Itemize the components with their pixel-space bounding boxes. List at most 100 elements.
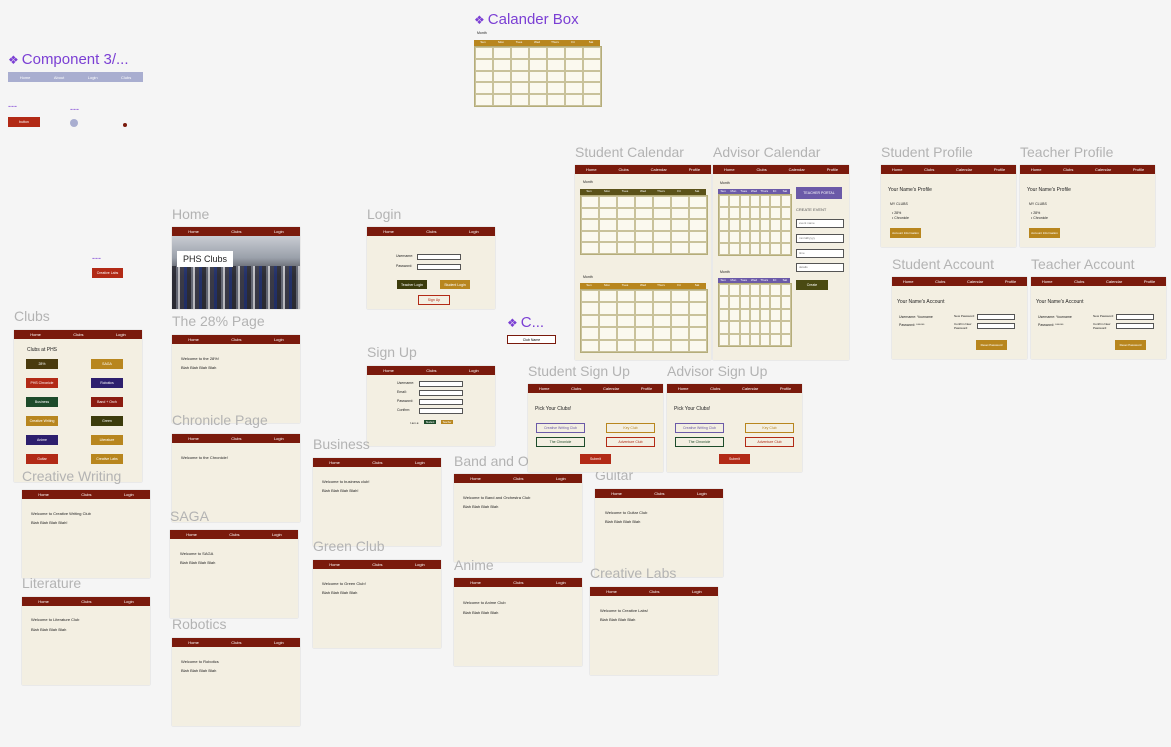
club-button[interactable]: 28% [26, 359, 58, 369]
email-input[interactable] [419, 390, 463, 396]
calendar-cell[interactable] [719, 296, 730, 309]
calendar-cell[interactable] [760, 321, 771, 334]
nav-home[interactable]: Home [186, 532, 197, 537]
calendar-cell[interactable] [547, 47, 565, 59]
calendar-cell[interactable] [719, 207, 730, 219]
calendar-cell[interactable] [760, 296, 771, 309]
nav-profile[interactable]: Profile [689, 167, 700, 172]
nav-login[interactable]: Login [274, 229, 284, 234]
calendar-cell[interactable] [689, 302, 707, 315]
calendar-cell[interactable] [760, 333, 771, 346]
nav-home[interactable]: Home [539, 386, 550, 391]
calendar-cell[interactable] [493, 70, 511, 83]
submit-button[interactable]: Submit [580, 454, 611, 464]
event-details-input[interactable]: details [796, 263, 844, 272]
calendar-cell[interactable] [529, 70, 547, 83]
calendar-cell[interactable] [780, 219, 791, 231]
calendar-cell[interactable] [599, 230, 617, 243]
calendar-cell[interactable] [635, 290, 653, 303]
calendar-cell[interactable] [770, 243, 781, 255]
calendar-cell[interactable] [770, 308, 781, 322]
nav-login[interactable]: Login [274, 337, 284, 342]
calendar-cell[interactable] [529, 82, 547, 95]
teacher-role-button[interactable]: Teacher [441, 420, 453, 424]
nav-clubs[interactable]: Clubs [571, 386, 581, 391]
calendar-cell[interactable] [739, 308, 750, 322]
calendar-cell[interactable] [581, 230, 599, 243]
calendar-cell[interactable] [511, 58, 529, 71]
password-input[interactable] [417, 264, 461, 270]
nav-clubs[interactable]: Clubs [426, 229, 436, 234]
nav-home[interactable]: Home [1042, 279, 1053, 284]
calendar-cell[interactable] [493, 82, 511, 95]
calendar-cell[interactable] [780, 207, 791, 219]
calendar-cell[interactable] [719, 231, 730, 243]
calendar-cell[interactable] [671, 219, 689, 231]
calendar-cell[interactable] [635, 230, 653, 243]
club-option[interactable]: Creative Writing Club [536, 423, 585, 433]
nav-home[interactable]: Home [606, 589, 617, 594]
new-password-input[interactable] [1116, 314, 1154, 320]
calendar-cell[interactable] [653, 327, 671, 340]
nav-login[interactable]: Login [415, 562, 425, 567]
password-input[interactable] [419, 399, 463, 405]
calendar-cell[interactable] [719, 308, 730, 322]
calendar-cell[interactable] [671, 242, 689, 254]
nav-clubs[interactable]: Clubs [231, 229, 241, 234]
calendar-cell[interactable] [581, 290, 599, 303]
nav-home[interactable]: Home [586, 167, 597, 172]
club-option[interactable]: The Chronicle [675, 437, 724, 447]
nav-clubs[interactable]: Clubs [935, 279, 945, 284]
calendar-cell[interactable] [565, 47, 583, 59]
calendar-cell[interactable] [739, 333, 750, 346]
nav-login[interactable]: Login [415, 460, 425, 465]
calendar-cell[interactable] [671, 302, 689, 315]
nav-clubs[interactable]: Clubs [654, 491, 664, 496]
calendar-cell[interactable] [671, 196, 689, 208]
calendar-cell[interactable] [565, 70, 583, 83]
username-input[interactable] [419, 381, 463, 387]
calendar-cell[interactable] [581, 196, 599, 208]
nav-home[interactable]: Home [383, 229, 394, 234]
calendar-cell[interactable] [635, 207, 653, 220]
club-button[interactable]: PHS Chronicle [26, 378, 58, 388]
calendar-cell[interactable] [511, 94, 529, 106]
calendar-cell[interactable] [547, 58, 565, 71]
club-button[interactable]: Green [91, 416, 123, 426]
club-button[interactable]: Robotics [91, 378, 123, 388]
calendar-cell[interactable] [475, 47, 493, 59]
club-button[interactable]: Literature [91, 435, 123, 445]
nav-clubs[interactable]: Clubs [924, 167, 934, 172]
create-event-button[interactable]: Create [796, 280, 828, 290]
student-login-button[interactable]: Student Login [440, 280, 470, 289]
nav-home[interactable]: Home [188, 337, 199, 342]
club-button[interactable]: Guitar [26, 454, 58, 464]
calendar-cell[interactable] [583, 70, 601, 83]
calendar-cell[interactable] [617, 314, 635, 328]
calendar-cell[interactable] [599, 339, 617, 352]
calendar-cell[interactable] [671, 290, 689, 303]
account-info-button[interactable]: Account Information [890, 228, 921, 238]
event-date-input[interactable]: mm/dd/yyyy [796, 234, 844, 243]
calendar-cell[interactable] [671, 314, 689, 328]
calendar-cell[interactable] [749, 321, 761, 334]
nav-calendar[interactable]: Calendar [651, 167, 667, 172]
nav-profile[interactable]: Profile [827, 167, 838, 172]
calendar-cell[interactable] [780, 195, 791, 207]
calendar-cell[interactable] [653, 242, 671, 254]
nav-login[interactable]: Login [469, 368, 479, 373]
calendar-cell[interactable] [739, 207, 750, 219]
calendar-cell[interactable] [780, 308, 791, 322]
calendar-cell[interactable] [749, 195, 761, 207]
confirm-password-input[interactable] [419, 408, 463, 414]
calendar-cell[interactable] [547, 70, 565, 83]
calendar-cell[interactable] [599, 196, 617, 208]
calendar-cell[interactable] [617, 327, 635, 340]
calendar-cell[interactable] [565, 94, 583, 106]
calendar-cell[interactable] [529, 94, 547, 106]
calendar-cell[interactable] [635, 196, 653, 208]
calendar-cell[interactable] [511, 82, 529, 95]
new-password-input[interactable] [977, 314, 1015, 320]
reset-password-button[interactable]: Reset Password [1115, 340, 1146, 350]
calendar-cell[interactable] [739, 219, 750, 231]
